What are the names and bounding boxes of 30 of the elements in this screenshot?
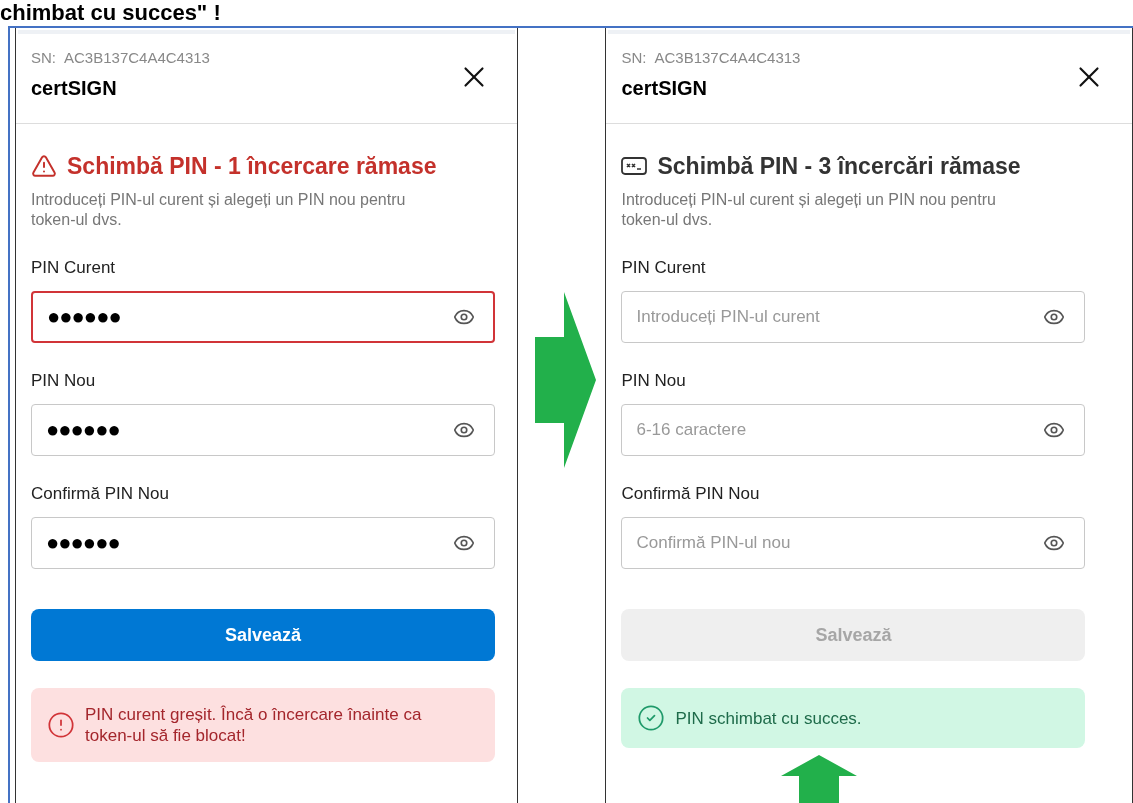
description: Introduceți PIN-ul curent și alegeți un PIN nou pentru token-ul dvs. (621, 190, 997, 230)
pin-field[interactable]: Confirmă PIN-ul nou (621, 517, 1086, 569)
pin-field[interactable]: ●●●●●● (31, 404, 495, 456)
brand-name: certSIGN (621, 76, 709, 100)
right-arrow-icon (535, 292, 596, 468)
description: Introduceți PIN-ul curent și alegeți un PIN nou pentru token-ul dvs. (31, 190, 407, 230)
pin-field[interactable]: 6-16 caractere (621, 404, 1086, 456)
field-label: PIN Nou (621, 370, 687, 392)
pin-field[interactable]: ●●●●●● (31, 517, 495, 569)
alert-text: PIN schimbat cu succes. (675, 707, 862, 729)
check-icon (637, 704, 666, 732)
alert-text: PIN curent greșit. Încă o încercare înainte ca token-ul să fie blocat! (85, 704, 423, 746)
field-label: Confirmă PIN Nou (31, 483, 170, 505)
brand-name: certSIGN (31, 76, 118, 100)
serial-number: AC3B137C4A4C4313 (64, 48, 210, 68)
serial-label: SN: (31, 48, 56, 68)
save-button[interactable]: Salvează (31, 609, 495, 661)
page-heading: chimbat cu succes" ! (0, 0, 221, 26)
field-label: PIN Curent (31, 257, 117, 279)
field-label: PIN Curent (621, 257, 707, 279)
pin-field[interactable]: ●●●●●● (31, 291, 495, 343)
dialog-title: Schimbă PIN - 3 încercări rămase (657, 152, 1021, 180)
serial-number: AC3B137C4A4C4313 (654, 48, 801, 68)
serial-label: SN: (621, 48, 647, 68)
up-arrow-icon (781, 755, 857, 803)
field-label: Confirmă PIN Nou (621, 483, 761, 505)
dialog-title: Schimbă PIN - 1 încercare rămase (67, 152, 437, 180)
field-label: PIN Nou (31, 370, 97, 392)
pin-field[interactable]: Introduceți PIN-ul curent (621, 291, 1086, 343)
error-icon (47, 711, 75, 739)
